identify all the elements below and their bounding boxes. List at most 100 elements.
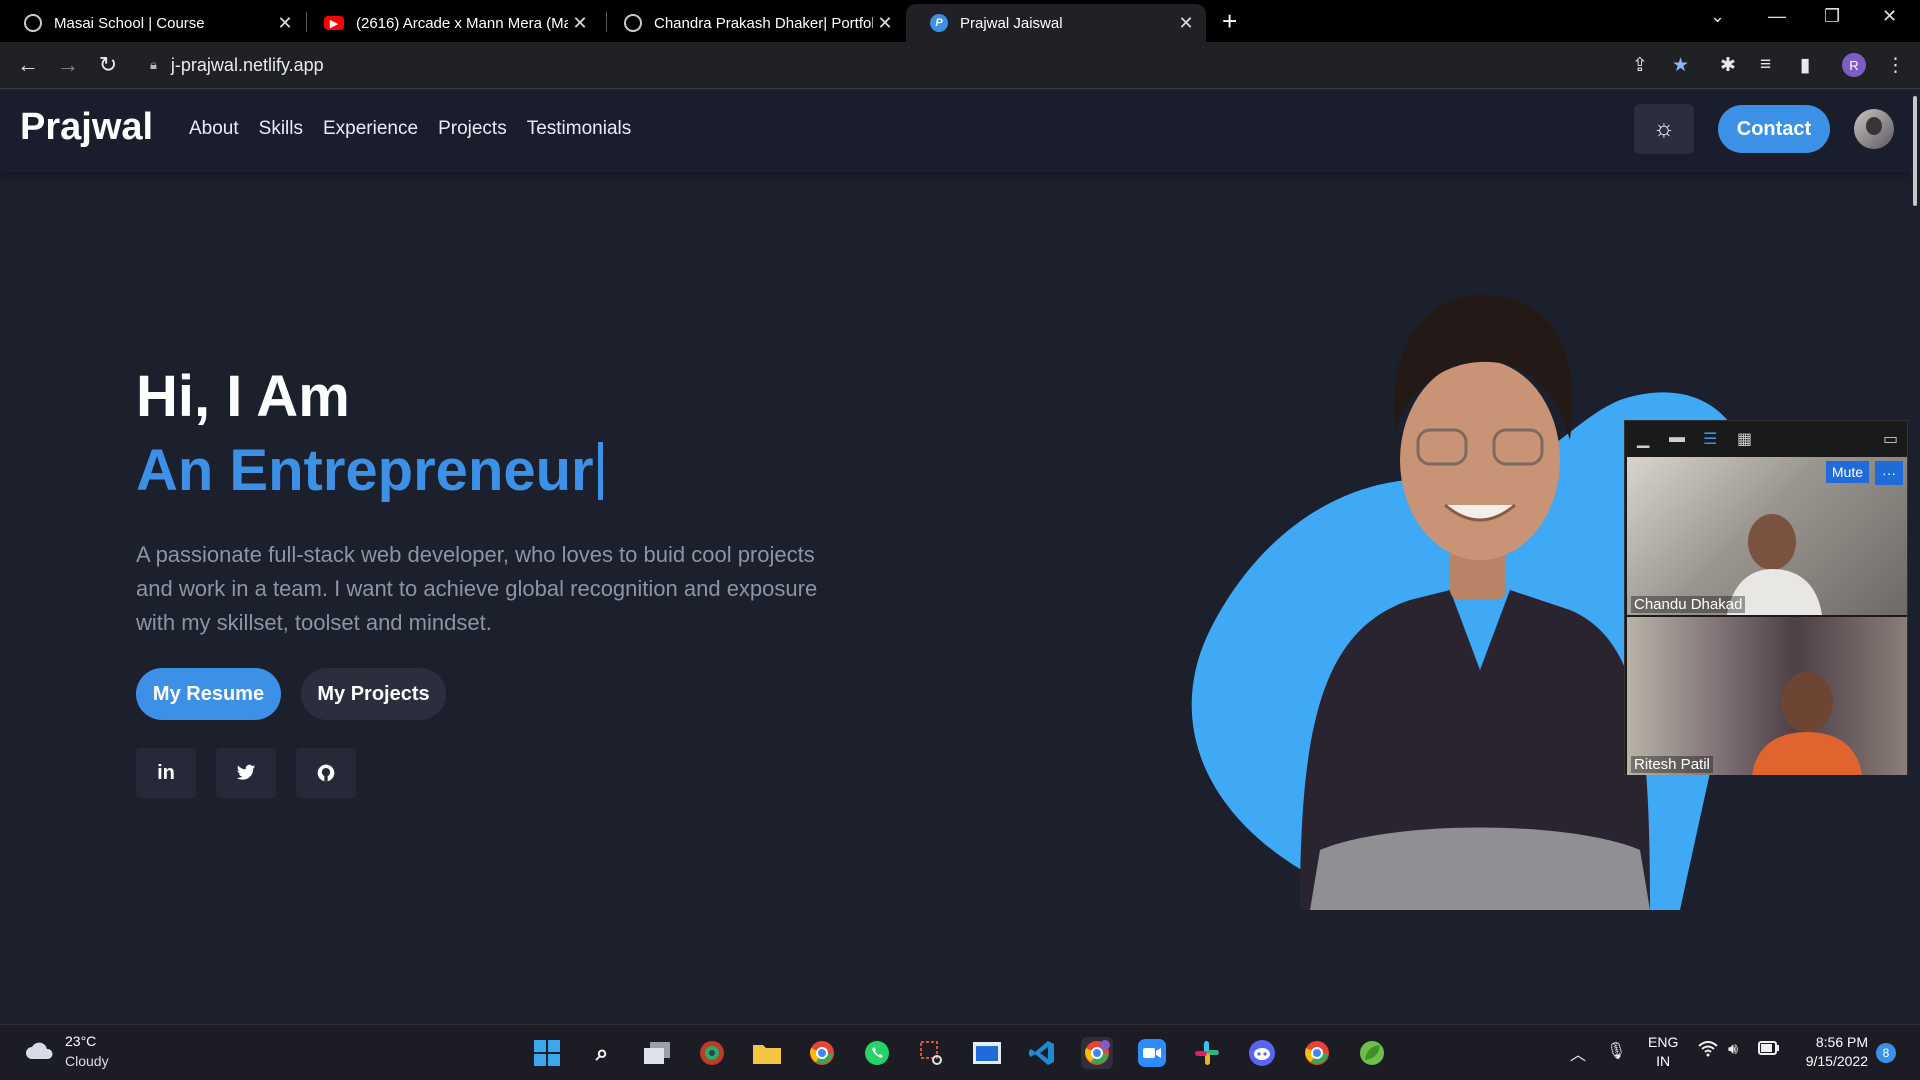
leaf-app-icon[interactable] <box>1356 1037 1388 1069</box>
close-icon[interactable]: ✕ <box>1174 13 1198 34</box>
tab-prajwal-active[interactable]: P Prajwal Jaiswal ✕ <box>906 4 1206 42</box>
participant-name: Chandu Dhakad <box>1631 596 1746 613</box>
windows-taskbar: 23°C Cloudy ⌕ ︿ 🎙︎ ENG IN 🔊︎ 8:56 PM 9/1… <box>0 1024 1920 1080</box>
close-icon[interactable]: ✕ <box>568 13 592 34</box>
restore-icon[interactable]: ❐ <box>1824 6 1840 27</box>
media-controls-icon[interactable]: ≡ <box>1760 54 1771 76</box>
tab-title: Chandra Prakash Dhaker| Portfoli <box>654 14 873 32</box>
tab-masai[interactable]: Masai School | Course ✕ <box>0 4 305 42</box>
microphone-icon[interactable]: 🎙︎ <box>1606 1041 1626 1061</box>
portrait-face <box>1400 360 1560 560</box>
close-icon[interactable]: ✕ <box>873 13 897 34</box>
cloud-icon[interactable] <box>24 1039 56 1061</box>
chrome-profile-icon[interactable] <box>1081 1037 1113 1069</box>
language-indicator[interactable]: ENG IN <box>1648 1033 1678 1071</box>
hero-greeting: Hi, I Am <box>136 364 350 430</box>
notification-badge[interactable]: 8 <box>1876 1043 1896 1063</box>
zoom-app-icon[interactable] <box>1136 1037 1168 1069</box>
site-header: Prajwal About Skills Experience Projects… <box>0 90 1910 172</box>
slack-icon[interactable] <box>1191 1037 1223 1069</box>
zoom-toolbar: ▁ ▬ ☰ ▦ ▭ <box>1625 421 1909 455</box>
github-icon[interactable] <box>296 748 356 798</box>
whatsapp-icon[interactable] <box>861 1037 893 1069</box>
color-picker-app-icon[interactable] <box>696 1037 728 1069</box>
side-panel-icon[interactable]: ▮ <box>1800 54 1810 77</box>
weather-description[interactable]: Cloudy <box>65 1053 109 1069</box>
minimize-icon[interactable]: ▁ <box>1637 429 1649 449</box>
participant-name: Ritesh Patil <box>1631 756 1713 773</box>
video-tile-participant-2[interactable]: Ritesh Patil <box>1627 617 1907 775</box>
system-clock[interactable]: 8:56 PM 9/15/2022 <box>1790 1033 1868 1071</box>
scrollbar-thumb[interactable] <box>1913 96 1917 206</box>
profile-avatar[interactable]: R <box>1842 53 1866 77</box>
page-scrollbar[interactable] <box>1910 90 1920 1024</box>
weather-temperature[interactable]: 23°C <box>65 1033 96 1049</box>
windows-start-icon[interactable] <box>531 1037 563 1069</box>
browser-toolbar: ← → ↻ 🔒︎ j-prajwal.netlify.app ⇪ ★ ✱ ≡ ▮… <box>0 42 1920 89</box>
volume-icon[interactable]: 🔊︎ <box>1728 1041 1738 1059</box>
theme-toggle-button[interactable]: ☼ <box>1634 104 1694 154</box>
more-options-icon[interactable]: ··· <box>1875 461 1903 485</box>
nav-skills[interactable]: Skills <box>259 118 303 140</box>
address-bar[interactable]: 🔒︎ j-prajwal.netlify.app <box>140 48 1680 82</box>
portrait-jeans <box>1310 827 1650 910</box>
snipping-tool-icon[interactable] <box>916 1037 948 1069</box>
hero-role: An Entrepreneur <box>136 442 603 500</box>
forward-icon[interactable]: → <box>54 52 82 78</box>
gallery-view-icon[interactable]: ▦ <box>1737 429 1752 449</box>
exit-mini-icon[interactable]: ▭ <box>1883 429 1898 449</box>
resume-button[interactable]: My Resume <box>136 668 281 720</box>
tab-title: (2616) Arcade x Mann Mera (Mas <box>356 14 568 32</box>
site-logo[interactable]: Prajwal <box>20 106 153 149</box>
wifi-icon[interactable] <box>1698 1041 1718 1062</box>
back-icon[interactable]: ← <box>14 52 42 78</box>
speaker-view-icon[interactable]: ☰ <box>1703 429 1717 449</box>
task-view-icon[interactable] <box>641 1037 673 1069</box>
thumbnail-view-icon[interactable]: ▬ <box>1669 429 1685 447</box>
nav-about[interactable]: About <box>189 118 239 140</box>
reload-icon[interactable]: ↻ <box>94 52 122 78</box>
nav-testimonials[interactable]: Testimonials <box>527 118 632 140</box>
chrome-canary-icon[interactable] <box>1301 1037 1333 1069</box>
tab-title: Prajwal Jaiswal <box>960 14 1063 32</box>
typing-caret <box>597 442 603 500</box>
chrome-icon[interactable] <box>806 1037 838 1069</box>
projects-button[interactable]: My Projects <box>301 668 446 720</box>
url-text: j-prajwal.netlify.app <box>170 54 324 75</box>
zoom-mini-panel: ▁ ▬ ☰ ▦ ▭ Mute ··· Chandu Dhakad Ritesh … <box>1624 420 1908 775</box>
p-favicon-icon: P <box>930 14 948 32</box>
new-tab-button[interactable]: + <box>1222 6 1237 37</box>
tab-portfolio-chandra[interactable]: Chandra Prakash Dhaker| Portfoli ✕ <box>600 4 905 42</box>
contact-button[interactable]: Contact <box>1718 105 1830 153</box>
video-tile-participant-1[interactable]: Mute ··· Chandu Dhakad <box>1627 457 1907 615</box>
notepad-app-icon[interactable] <box>971 1037 1003 1069</box>
battery-icon[interactable] <box>1758 1041 1780 1060</box>
tab-search-icon[interactable]: ⌄ <box>1710 6 1725 27</box>
menu-kebab-icon[interactable]: ⋮ <box>1886 54 1905 77</box>
tab-title: Masai School | Course <box>54 14 205 32</box>
participant-video-frame <box>1752 672 1862 775</box>
youtube-icon: ▶ <box>324 16 344 30</box>
vscode-icon[interactable] <box>1026 1037 1058 1069</box>
discord-icon[interactable] <box>1246 1037 1278 1069</box>
tab-youtube[interactable]: ▶ (2616) Arcade x Mann Mera (Mas ✕ <box>300 4 600 42</box>
sun-icon: ☼ <box>1653 115 1675 142</box>
twitter-icon[interactable] <box>216 748 276 798</box>
extensions-icon[interactable]: ✱ <box>1720 54 1736 77</box>
bookmark-star-icon[interactable]: ★ <box>1672 54 1689 77</box>
hero-description: A passionate full-stack web developer, w… <box>136 542 818 635</box>
site-nav: About Skills Experience Projects Testimo… <box>189 118 631 140</box>
avatar[interactable] <box>1854 109 1894 149</box>
mute-button[interactable]: Mute <box>1825 461 1869 483</box>
chevron-up-icon[interactable]: ︿ <box>1570 1041 1586 1065</box>
minimize-icon[interactable]: — <box>1768 6 1786 27</box>
nav-projects[interactable]: Projects <box>438 118 507 140</box>
search-icon[interactable]: ⌕ <box>586 1037 618 1069</box>
share-icon[interactable]: ⇪ <box>1632 54 1648 77</box>
linkedin-icon[interactable]: in <box>136 748 196 798</box>
file-explorer-icon[interactable] <box>751 1037 783 1069</box>
nav-experience[interactable]: Experience <box>323 118 418 140</box>
lock-icon: 🔒︎ <box>150 57 157 72</box>
close-window-icon[interactable]: ✕ <box>1882 6 1897 27</box>
close-icon[interactable]: ✕ <box>273 13 297 34</box>
